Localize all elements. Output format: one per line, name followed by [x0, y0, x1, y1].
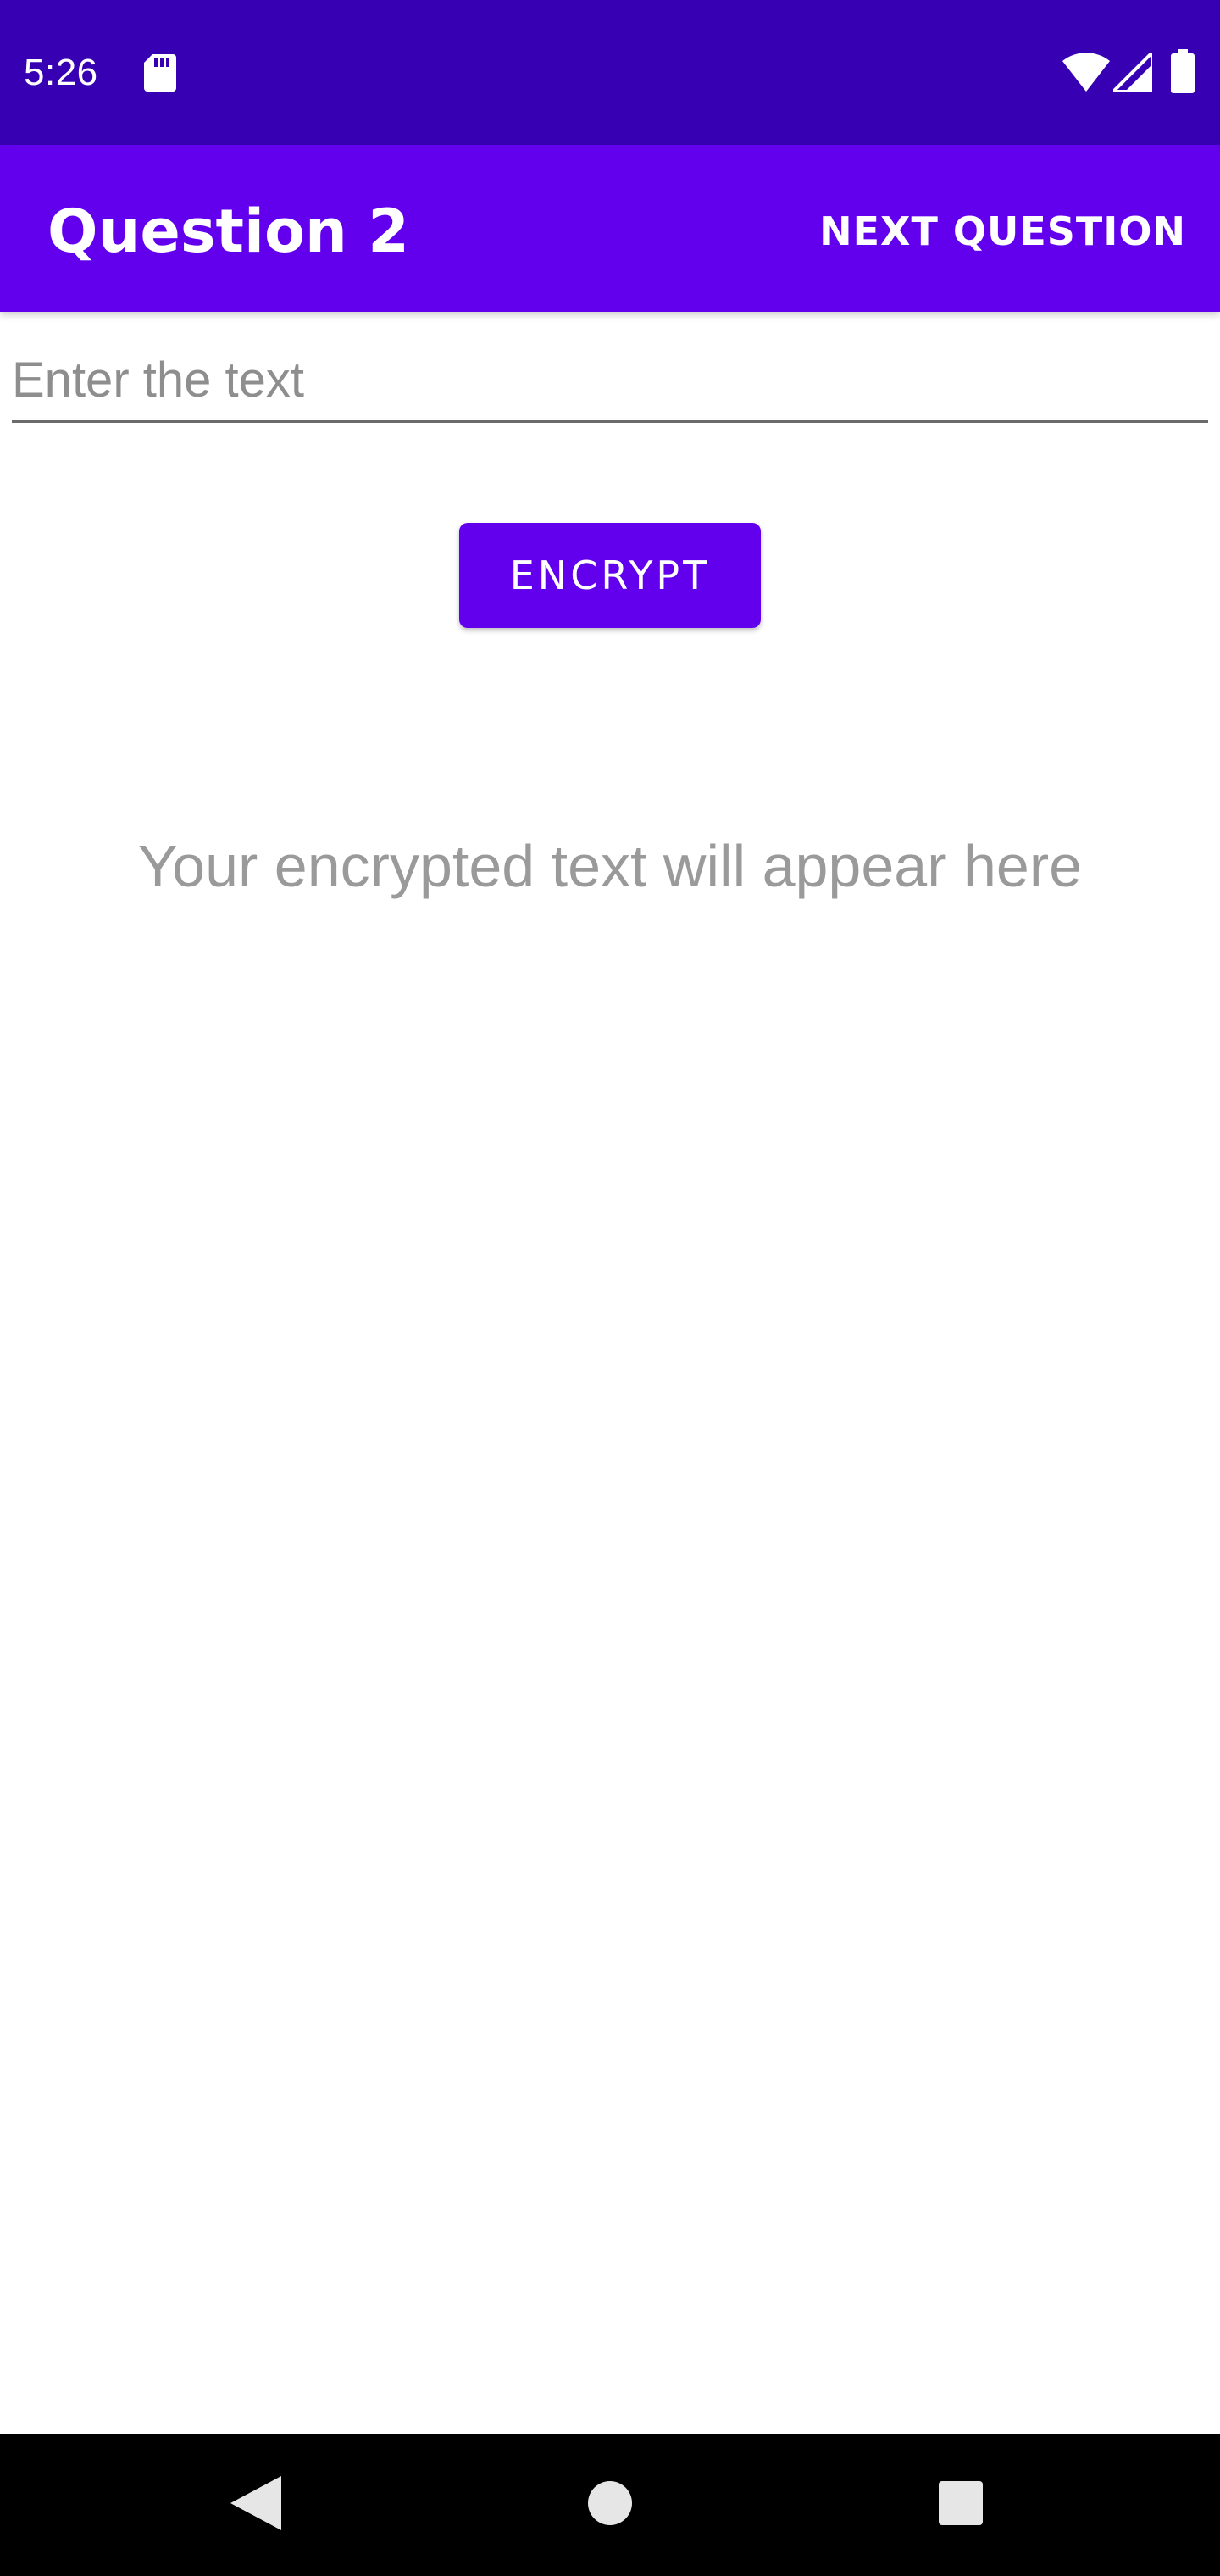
battery-icon	[1171, 49, 1195, 93]
home-icon[interactable]	[588, 2481, 632, 2525]
encrypted-output-text: Your encrypted text will appear here	[137, 833, 1083, 899]
encrypt-button[interactable]: ENCRYPT	[459, 523, 761, 628]
app-bar: Question 2 NEXT QUESTION	[0, 145, 1220, 312]
text-input[interactable]	[12, 339, 1208, 423]
sd-card-icon	[144, 54, 176, 92]
back-icon[interactable]	[230, 2476, 281, 2530]
recents-icon[interactable]	[939, 2481, 983, 2525]
navigation-bar	[0, 2434, 1220, 2576]
status-time: 5:26	[24, 52, 98, 93]
signal-icon	[1113, 53, 1152, 92]
status-bar: 5:26	[0, 0, 1220, 145]
wifi-icon	[1062, 53, 1110, 92]
next-question-button[interactable]: NEXT QUESTION	[819, 208, 1186, 255]
page-title: Question 2	[47, 197, 409, 266]
